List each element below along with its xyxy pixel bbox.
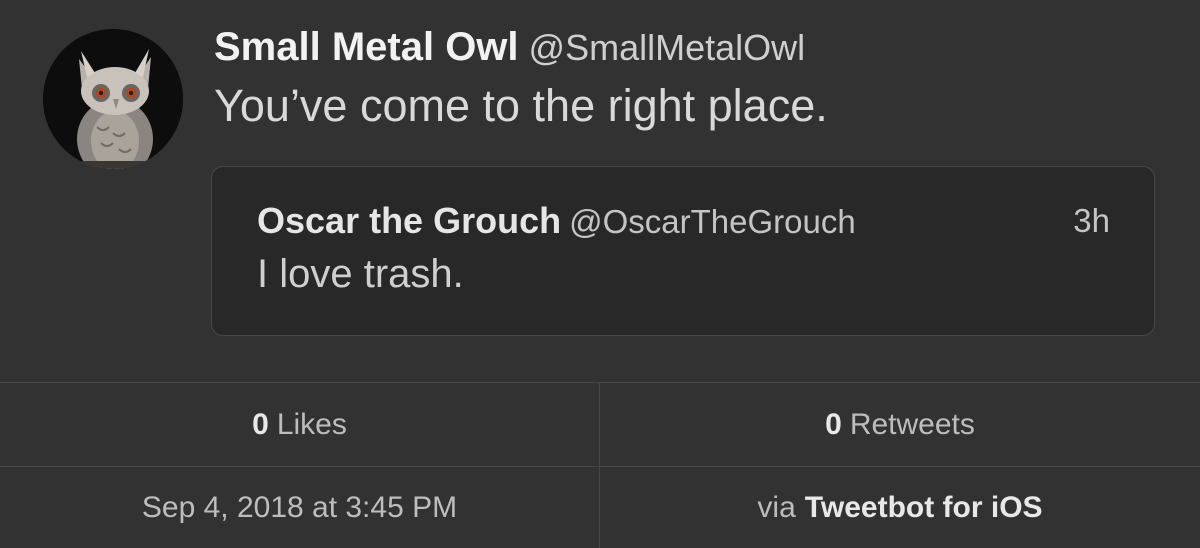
retweets-stat[interactable]: 0 Retweets [600,383,1200,466]
display-name[interactable]: Small Metal Owl [214,25,519,69]
tweet-detail: Small Metal Owl @SmallMetalOwl You’ve com… [0,0,1200,548]
quoted-tweet-text: I love trash. [257,252,464,296]
quoted-tweet-header: Oscar the Grouch @OscarTheGrouch [257,199,856,251]
client-name: Tweetbot for iOS [804,491,1043,524]
retweets-label: Retweets [849,407,975,441]
likes-stat[interactable]: 0 Likes [0,383,600,466]
via-label: via [757,491,796,524]
tweet-client[interactable]: via Tweetbot for iOS [600,467,1200,548]
stats-row-counts: 0 Likes 0 Retweets [0,383,1200,467]
owl-figurine-icon [43,29,183,169]
tweet-header: Small Metal Owl @SmallMetalOwl [214,22,805,81]
stats-row-meta: Sep 4, 2018 at 3:45 PM via Tweetbot for i… [0,467,1200,548]
tweet-timestamp: Sep 4, 2018 at 3:45 PM [0,467,600,548]
likes-label: Likes [276,407,347,441]
quoted-tweet-time: 3h [1073,202,1110,239]
quoted-display-name: Oscar the Grouch [257,200,562,241]
quoted-tweet-card[interactable]: Oscar the Grouch @OscarTheGrouch 3h I lov… [211,166,1155,336]
likes-count: 0 [252,407,269,441]
tweet-text: You’ve come to the right place. [214,80,828,131]
quoted-user-handle: @OscarTheGrouch [569,203,856,240]
avatar[interactable] [43,29,183,169]
user-handle[interactable]: @SmallMetalOwl [529,27,806,68]
tweet-stats: 0 Likes 0 Retweets Sep 4, 2018 at 3:45 PM … [0,382,1200,548]
retweets-count: 0 [825,407,842,441]
